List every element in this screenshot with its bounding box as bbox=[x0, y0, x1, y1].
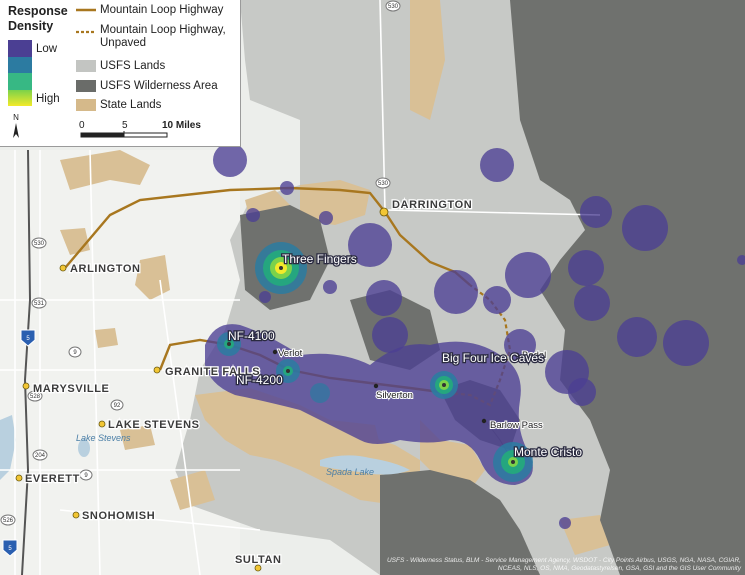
density-blob bbox=[622, 205, 668, 251]
village-dot bbox=[373, 383, 379, 389]
shield-label: 530 bbox=[388, 4, 399, 10]
shield-label: 530 bbox=[378, 181, 389, 187]
label-barlow-pass: Barlow Pass bbox=[490, 420, 543, 431]
shield-92: 92 bbox=[110, 399, 124, 411]
scale-bar: 0 5 10 Miles bbox=[79, 120, 201, 138]
shield-label: 92 bbox=[114, 403, 121, 409]
label-nf4200: NF-4200 bbox=[236, 373, 283, 387]
map-legend: Response Density Low High Mountain Loop … bbox=[0, 0, 241, 147]
village-dot bbox=[272, 349, 278, 355]
legend-unpaved-symbol bbox=[76, 30, 96, 34]
shield-label: 531 bbox=[34, 301, 45, 307]
shield-label: 526 bbox=[3, 518, 14, 524]
density-blob bbox=[617, 317, 657, 357]
density-blob bbox=[663, 320, 709, 366]
scale-tick-0: 0 bbox=[79, 120, 85, 131]
town-dot bbox=[59, 264, 67, 272]
shield-530-north: 530 bbox=[385, 0, 401, 12]
shield-9: 9 bbox=[68, 346, 82, 358]
label-verlot: Verlot bbox=[278, 348, 303, 359]
shield-526: 526 bbox=[0, 514, 16, 526]
density-blob bbox=[559, 517, 571, 529]
label-lake-stevens-water: Lake Stevens bbox=[76, 433, 131, 443]
map-attribution: USFS - Wilderness Status, BLM - Service … bbox=[386, 557, 741, 572]
label-darrington: DARRINGTON bbox=[392, 199, 472, 211]
density-blob bbox=[366, 280, 402, 316]
scale-tick-5: 5 bbox=[122, 120, 128, 131]
town-dot bbox=[22, 382, 30, 390]
density-blob bbox=[213, 143, 247, 177]
shield-204: 204 bbox=[32, 449, 48, 461]
north-arrow-icon: N bbox=[13, 113, 19, 138]
legend-highway-symbol bbox=[76, 8, 96, 12]
label-sultan: SULTAN bbox=[235, 554, 282, 566]
label-lake-stevens: LAKE STEVENS bbox=[108, 419, 200, 431]
legend-state-swatch bbox=[76, 99, 96, 111]
hotspot-three-fingers bbox=[255, 242, 307, 294]
legend-low-label: Low bbox=[36, 43, 58, 55]
density-blob bbox=[568, 250, 604, 286]
density-blob bbox=[580, 196, 612, 228]
legend-density-title: Response Density bbox=[8, 4, 68, 33]
town-dot bbox=[72, 511, 80, 519]
north-label: N bbox=[13, 113, 19, 122]
town-dot bbox=[98, 420, 106, 428]
density-blob bbox=[434, 270, 478, 314]
hotspot-big-four bbox=[430, 371, 458, 399]
town-dot bbox=[153, 366, 161, 374]
town-dot bbox=[379, 207, 389, 217]
shield-label: 530 bbox=[34, 241, 45, 247]
ramp-swatch bbox=[8, 73, 32, 90]
density-blob bbox=[319, 211, 333, 225]
shield-530-west: 530 bbox=[31, 237, 47, 249]
legend-state-label: State Lands bbox=[100, 99, 162, 111]
density-blob bbox=[323, 280, 337, 294]
label-three-fingers: Three Fingers bbox=[282, 252, 357, 266]
density-blob bbox=[483, 286, 511, 314]
density-blob bbox=[568, 378, 596, 406]
legend-wilderness-label: USFS Wilderness Area bbox=[100, 80, 218, 92]
density-blob bbox=[505, 252, 551, 298]
label-marysville: MARYSVILLE bbox=[33, 383, 110, 395]
shield-530-darrington: 530 bbox=[375, 177, 391, 189]
town-dot bbox=[15, 474, 23, 482]
density-color-ramp bbox=[8, 40, 32, 106]
village-dot bbox=[481, 418, 487, 424]
legend-usfs-label: USFS Lands bbox=[100, 60, 166, 72]
label-snohomish: SNOHOMISH bbox=[82, 510, 155, 522]
density-blob bbox=[246, 208, 260, 222]
shield-label: 204 bbox=[35, 453, 46, 459]
label-silverton: Silverton bbox=[376, 390, 413, 401]
label-arlington: ARLINGTON bbox=[70, 263, 141, 275]
scale-tick-10: 10 Miles bbox=[162, 120, 201, 131]
ramp-swatch bbox=[8, 89, 32, 106]
legend-usfs-swatch bbox=[76, 60, 96, 72]
legend-wilderness-swatch bbox=[76, 80, 96, 92]
shield-9-south: 9 bbox=[79, 469, 93, 481]
label-monte-cristo: Monte Cristo bbox=[514, 445, 582, 459]
label-nf4100: NF-4100 bbox=[228, 329, 275, 343]
ramp-swatch bbox=[8, 40, 32, 57]
density-blob bbox=[574, 285, 610, 321]
density-blob bbox=[480, 148, 514, 182]
legend-highway-label: Mountain Loop Highway bbox=[100, 4, 224, 16]
ramp-swatch bbox=[8, 56, 32, 73]
label-big-four: Big Four Ice Caves bbox=[442, 351, 544, 365]
shield-531: 531 bbox=[31, 297, 47, 309]
legend-unpaved-label: Mountain Loop Highway, Unpaved bbox=[100, 24, 226, 49]
legend-high-label: High bbox=[36, 93, 60, 105]
label-spada-lake: Spada Lake bbox=[326, 467, 374, 477]
density-blob bbox=[280, 181, 294, 195]
density-blob bbox=[259, 291, 271, 303]
label-everett: EVERETT bbox=[25, 473, 80, 485]
